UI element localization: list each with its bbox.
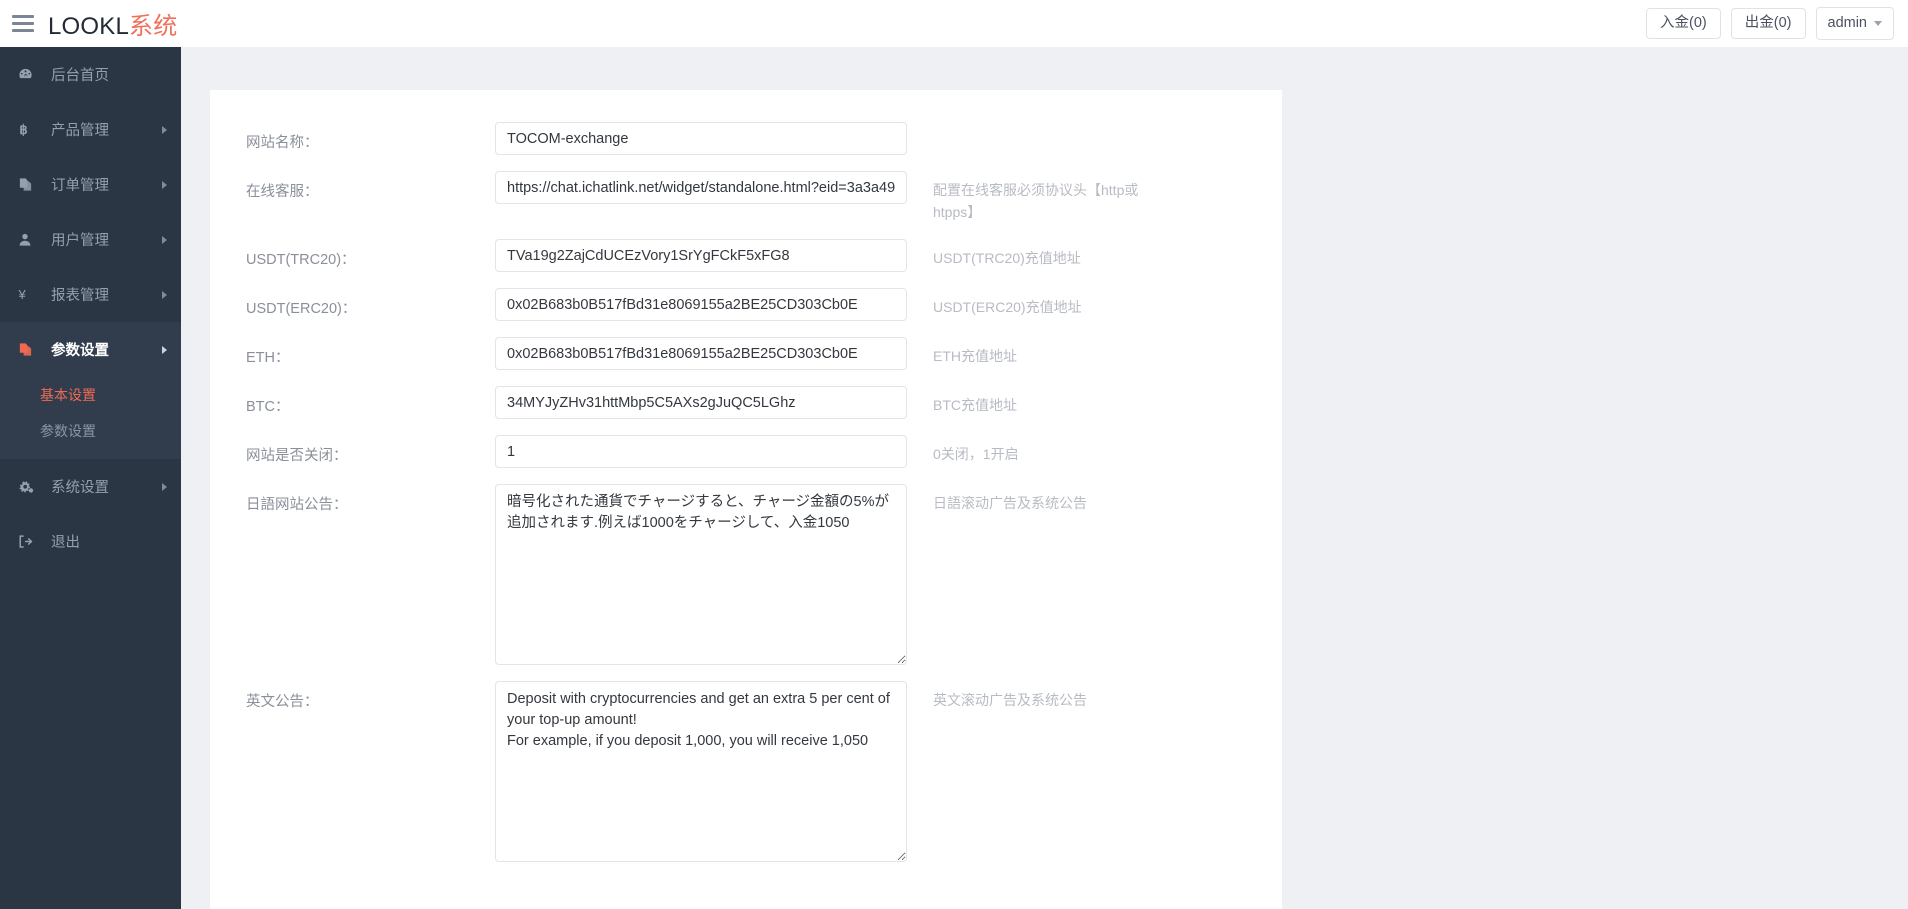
yen-icon: ¥	[18, 287, 40, 302]
brand-accent-text: 系统	[129, 13, 177, 40]
sidebar-item-label: 系统设置	[51, 476, 109, 497]
files-icon	[18, 177, 40, 192]
sidebar-item-label: 用户管理	[51, 229, 109, 250]
chevron-right-icon	[162, 126, 167, 134]
chevron-right-icon	[162, 483, 167, 491]
deposit-button[interactable]: 入金(0)	[1646, 8, 1721, 40]
field-hint: ETH充值地址	[907, 337, 1167, 368]
form-row-usdt-erc20: USDT(ERC20)： USDT(ERC20)充值地址	[210, 288, 1282, 321]
brand-primary-text: LOOKL	[48, 13, 129, 40]
form-row-japanese-announcement: 日語网站公告： 日語滚动广告及系统公告	[210, 484, 1282, 665]
field-label: BTC：	[224, 386, 495, 416]
sidebar-item-dashboard[interactable]: 后台首页	[0, 47, 181, 102]
btc-address-input[interactable]	[495, 386, 907, 419]
eth-address-input[interactable]	[495, 337, 907, 370]
form-row-btc: BTC： BTC充值地址	[210, 386, 1282, 419]
japanese-announcement-textarea[interactable]	[495, 484, 907, 665]
usdt-erc20-input[interactable]	[495, 288, 907, 321]
sidebar-item-reports[interactable]: ¥ 报表管理	[0, 267, 181, 322]
settings-files-icon	[18, 342, 40, 357]
field-label: 网站是否关闭：	[224, 435, 495, 465]
english-announcement-textarea[interactable]	[495, 681, 907, 862]
form-row-usdt-trc20: USDT(TRC20)： USDT(TRC20)充值地址	[210, 239, 1282, 272]
svg-text:฿: ฿	[19, 122, 27, 137]
form-row-site-name: 网站名称：	[210, 122, 1282, 155]
sidebar-item-label: 参数设置	[51, 339, 109, 360]
sidebar-item-label: 产品管理	[51, 119, 109, 140]
chevron-down-icon	[1874, 21, 1882, 26]
sidebar-item-system-settings[interactable]: 系统设置	[0, 459, 181, 514]
field-label: 在线客服：	[224, 171, 495, 201]
form-row-online-support: 在线客服： 配置在线客服必须协议头【http或htpps】	[210, 171, 1282, 223]
field-label: ETH：	[224, 337, 495, 367]
app-brand: LOOKL系统	[48, 6, 177, 41]
chevron-right-icon	[162, 181, 167, 189]
sidebar-item-label: 后台首页	[51, 64, 109, 85]
field-hint: 0关闭，1开启	[907, 435, 1167, 466]
gears-icon	[18, 479, 40, 494]
sidebar-subitem-parameter-settings[interactable]: 参数设置	[0, 413, 181, 449]
settings-card: 网站名称： 在线客服： 配置在线客服必须协议头【http或htpps】 USDT…	[210, 90, 1282, 909]
top-header: LOOKL系统 入金(0) 出金(0) admin	[0, 0, 1908, 47]
sidebar-item-label: 退出	[51, 531, 80, 552]
sidebar-subitem-basic-settings[interactable]: 基本设置	[0, 377, 181, 413]
field-hint: USDT(TRC20)充值地址	[907, 239, 1167, 270]
bitcoin-icon: ฿	[18, 122, 40, 137]
sidebar-item-users[interactable]: 用户管理	[0, 212, 181, 267]
field-label: 英文公告：	[224, 681, 495, 711]
chevron-right-icon	[162, 236, 167, 244]
field-label: 日語网站公告：	[224, 484, 495, 514]
field-hint: 日語滚动广告及系统公告	[907, 484, 1167, 515]
main-content: 网站名称： 在线客服： 配置在线客服必须协议头【http或htpps】 USDT…	[181, 47, 1908, 909]
sidebar-item-label: 订单管理	[51, 174, 109, 195]
chevron-right-icon	[162, 346, 167, 354]
svg-text:¥: ¥	[18, 287, 26, 302]
field-hint: 配置在线客服必须协议头【http或htpps】	[907, 171, 1167, 223]
online-support-input[interactable]	[495, 171, 907, 204]
user-menu[interactable]: admin	[1816, 7, 1895, 40]
sidebar-item-logout[interactable]: 退出	[0, 514, 181, 569]
form-row-eth: ETH： ETH充值地址	[210, 337, 1282, 370]
user-icon	[18, 232, 40, 247]
field-hint	[907, 122, 1167, 131]
field-label: USDT(ERC20)：	[224, 288, 495, 318]
sidebar-item-products[interactable]: ฿ 产品管理	[0, 102, 181, 157]
user-menu-label: admin	[1828, 15, 1868, 31]
form-row-english-announcement: 英文公告： 英文滚动广告及系统公告	[210, 681, 1282, 862]
field-hint: 英文滚动广告及系统公告	[907, 681, 1167, 712]
dashboard-icon	[18, 67, 40, 82]
field-label: 网站名称：	[224, 122, 495, 152]
sidebar-item-label: 报表管理	[51, 284, 109, 305]
site-name-input[interactable]	[495, 122, 907, 155]
field-hint: BTC充值地址	[907, 386, 1167, 417]
chevron-right-icon	[162, 291, 167, 299]
field-hint: USDT(ERC20)充值地址	[907, 288, 1167, 319]
field-label: USDT(TRC20)：	[224, 239, 495, 269]
sidebar-item-parameter-settings[interactable]: 参数设置 基本设置 参数设置	[0, 322, 181, 459]
withdraw-button[interactable]: 出金(0)	[1731, 8, 1806, 40]
hamburger-icon[interactable]	[12, 15, 34, 32]
sidebar-item-orders[interactable]: 订单管理	[0, 157, 181, 212]
sidebar-submenu: 基本设置 参数设置	[0, 377, 181, 459]
form-row-site-closed: 网站是否关闭： 0关闭，1开启	[210, 435, 1282, 468]
sidebar: 后台首页 ฿ 产品管理 订单管理 用户管理	[0, 47, 181, 909]
site-closed-flag-input[interactable]	[495, 435, 907, 468]
sign-out-icon	[18, 534, 40, 549]
header-actions: 入金(0) 出金(0) admin	[1646, 7, 1894, 40]
usdt-trc20-input[interactable]	[495, 239, 907, 272]
